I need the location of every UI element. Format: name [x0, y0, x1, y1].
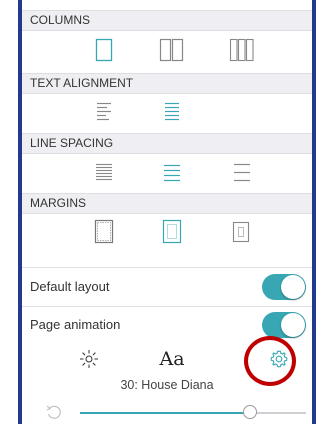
sun-icon [80, 350, 98, 368]
two-column-icon [159, 38, 184, 62]
margin-small-option[interactable] [89, 218, 119, 246]
two-column-option[interactable] [157, 37, 187, 63]
align-left-icon [97, 102, 111, 121]
tab-font[interactable]: Aa [152, 343, 192, 375]
text-alignment-header: TEXT ALIGNMENT [22, 73, 312, 94]
margin-large-option[interactable] [227, 218, 257, 246]
align-left-option[interactable] [89, 98, 119, 124]
progress-slider-fill [80, 412, 250, 414]
toggle-knob [281, 275, 305, 299]
progress-slider-knob[interactable] [243, 405, 257, 419]
spacing-narrow-icon [96, 163, 112, 181]
line-spacing-header: LINE SPACING [22, 133, 312, 154]
single-column-option[interactable] [89, 37, 119, 63]
default-layout-toggle[interactable] [262, 274, 306, 300]
progress-slider[interactable] [80, 405, 306, 419]
three-column-option[interactable] [227, 37, 257, 63]
align-justify-option[interactable] [157, 98, 187, 124]
spacing-wide-icon [234, 163, 250, 182]
spacing-medium-icon [164, 164, 180, 182]
single-column-icon [95, 38, 113, 62]
spacing-wide-option[interactable] [227, 159, 257, 185]
spacing-options [22, 159, 312, 185]
progress-slider-row [22, 398, 312, 424]
margin-medium-icon [162, 219, 182, 244]
columns-options [22, 37, 312, 63]
three-column-icon [229, 38, 254, 62]
spacing-medium-option[interactable] [157, 159, 187, 185]
toggle-knob [281, 313, 305, 337]
tab-brightness[interactable] [72, 343, 106, 375]
page-animation-toggle[interactable] [262, 312, 306, 338]
highlight-circle [244, 336, 296, 386]
spacing-narrow-option[interactable] [89, 159, 119, 185]
align-justify-icon [165, 102, 179, 121]
default-layout-row: Default layout [22, 268, 312, 306]
margin-medium-option[interactable] [157, 218, 187, 246]
alignment-options [22, 98, 312, 124]
margin-small-icon [94, 219, 114, 244]
margin-options [22, 218, 312, 246]
margins-header: MARGINS [22, 193, 312, 214]
default-layout-label: Default layout [30, 279, 110, 294]
page-animation-label: Page animation [30, 317, 121, 332]
undo-icon[interactable] [44, 402, 64, 422]
columns-header: COLUMNS [22, 10, 312, 31]
margin-large-icon [232, 221, 250, 243]
progress-slider-rest [250, 412, 306, 414]
